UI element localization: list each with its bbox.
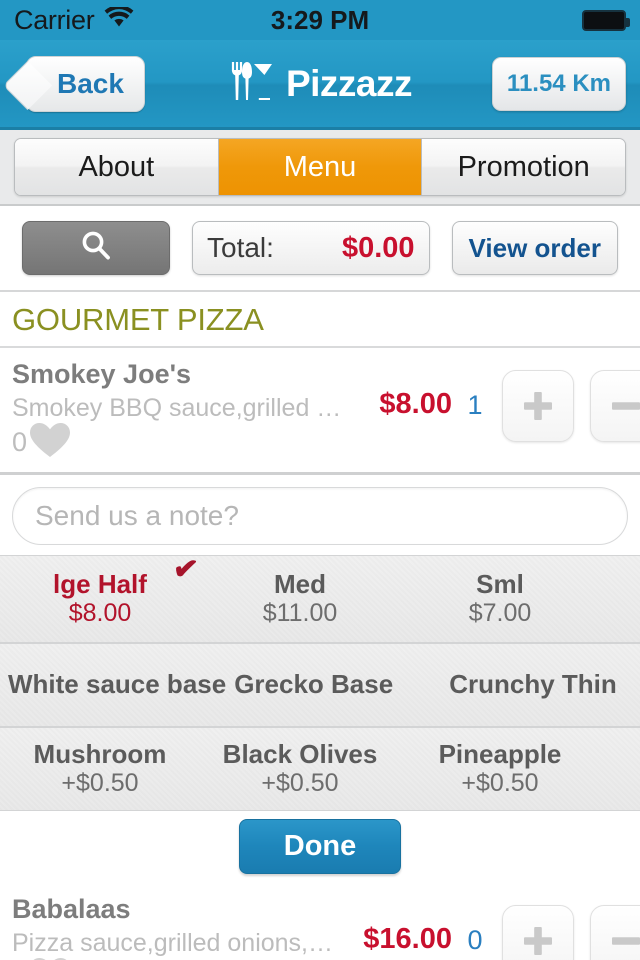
topping-option[interactable]: Mushroom +$0.50 [0, 740, 200, 798]
menu-item-name: Babalaas [12, 893, 131, 924]
topping-option[interactable]: Pineapple +$0.50 [400, 740, 600, 798]
favorite-group[interactable]: 0 [12, 421, 342, 464]
base-options-row[interactable]: White sauce base Grecko Base Crunchy Thi… [0, 642, 640, 727]
view-order-button[interactable]: View order [451, 221, 618, 275]
topping-option-name: Pineapple [438, 739, 562, 770]
menu-item-quantity: 1 [467, 390, 483, 420]
size-option-name: Med [274, 569, 326, 600]
note-input[interactable] [12, 486, 628, 545]
menu-item-price: $8.00 [379, 388, 452, 420]
size-option[interactable]: Med $11.00 [200, 570, 400, 628]
menu-item-quantity: 0 [467, 924, 483, 955]
distance-badge[interactable]: 11.54 Km [491, 56, 626, 111]
size-option-price: $11.00 [262, 599, 338, 628]
order-total-box: Total: $0.00 [192, 221, 430, 275]
base-option-name: Crunchy Thin [449, 669, 617, 700]
menu-item-row[interactable]: Smokey Joe's Smokey BBQ sauce,grilled fi… [0, 348, 640, 475]
check-icon: ✔ [171, 554, 200, 588]
size-option-price: $7.00 [468, 599, 532, 628]
total-label: Total: [207, 232, 274, 263]
done-button[interactable]: Done [238, 819, 402, 875]
size-option-price: $8.00 [68, 599, 132, 628]
size-option[interactable]: Sml $7.00 [400, 570, 600, 628]
menu-item-row[interactable]: Babalaas Pizza sauce,grilled onions,cris… [0, 883, 640, 960]
base-option-name: White sauce base [8, 669, 227, 700]
topping-option-price: +$0.50 [261, 769, 339, 798]
topping-options-row[interactable]: Mushroom +$0.50 Black Olives +$0.50 Pine… [0, 726, 640, 811]
topping-option-name: Black Olives [222, 739, 378, 770]
heart-icon[interactable] [28, 421, 72, 464]
app-root: Carrier 3:29 PM Back Pizzazz 11.54 Km Ab… [0, 0, 640, 960]
tab-bar-wrapper: About Menu Promotion [0, 130, 640, 206]
menu-item-description: Smokey BBQ sauce,grilled fillet… [12, 393, 342, 422]
quantity-steppers [502, 893, 640, 960]
done-row: Done [0, 810, 640, 883]
plus-icon[interactable] [502, 904, 574, 960]
base-option-name: Grecko Base [234, 669, 394, 700]
size-option[interactable]: ✔ lge Half $8.00 [0, 556, 200, 628]
heart-icon[interactable] [28, 956, 72, 960]
battery-full-icon [582, 9, 630, 31]
total-amount: $0.00 [341, 231, 415, 264]
cutlery-glass-icon [228, 58, 274, 109]
back-button[interactable]: Back [26, 55, 145, 112]
back-button-label: Back [57, 67, 124, 99]
topping-option-price: +$0.50 [461, 769, 539, 798]
topping-option-price: +$0.50 [61, 769, 139, 798]
base-option[interactable]: White sauce base [0, 670, 226, 699]
segmented-tabs: About Menu Promotion [14, 138, 626, 196]
search-button[interactable] [22, 221, 170, 275]
status-bar: Carrier 3:29 PM [0, 0, 640, 40]
favorite-count: 0 [12, 426, 28, 457]
menu-item-description: Pizza sauce,grilled onions,crisp… [12, 928, 342, 957]
menu-item-name: Smokey Joe's [12, 359, 192, 389]
base-option[interactable]: Grecko Base [226, 670, 441, 699]
minus-icon[interactable] [590, 904, 640, 960]
quantity-steppers [502, 358, 640, 442]
topping-option[interactable]: Black Olives +$0.50 [200, 740, 400, 798]
note-row [0, 474, 640, 555]
plus-icon[interactable] [502, 370, 574, 442]
section-header-gourmet-pizza: GOURMET PIZZA [0, 292, 640, 348]
topping-option-name: Mushroom [33, 739, 167, 770]
carrier-label: Carrier [14, 4, 95, 35]
tab-menu[interactable]: Menu [218, 139, 423, 195]
status-bar-left: Carrier [14, 5, 134, 36]
menu-item-info: Babalaas Pizza sauce,grilled onions,cris… [12, 893, 342, 960]
menu-toolbar: Total: $0.00 View order [0, 206, 640, 292]
size-option-name: lge Half [53, 569, 147, 600]
search-icon [78, 228, 114, 269]
nav-title: Pizzazz [285, 62, 413, 104]
navigation-bar: Back Pizzazz 11.54 Km [0, 40, 640, 130]
status-bar-right [582, 9, 630, 31]
tab-promotion[interactable]: Promotion [422, 139, 625, 195]
tab-about[interactable]: About [15, 139, 219, 195]
wifi-icon [104, 4, 134, 34]
minus-icon[interactable] [590, 370, 640, 442]
item-options-panel: ✔ lge Half $8.00 Med $11.00 Sml $7.00 Wh… [0, 474, 640, 883]
menu-item-price: $16.00 [363, 922, 452, 955]
menu-item-info: Smokey Joe's Smokey BBQ sauce,grilled fi… [12, 358, 342, 464]
menu-list[interactable]: GOURMET PIZZA Smokey Joe's Smokey BBQ sa… [0, 292, 640, 960]
size-options-row[interactable]: ✔ lge Half $8.00 Med $11.00 Sml $7.00 [0, 554, 640, 643]
size-option-name: Sml [476, 569, 524, 600]
base-option[interactable]: Crunchy Thin [441, 670, 640, 699]
